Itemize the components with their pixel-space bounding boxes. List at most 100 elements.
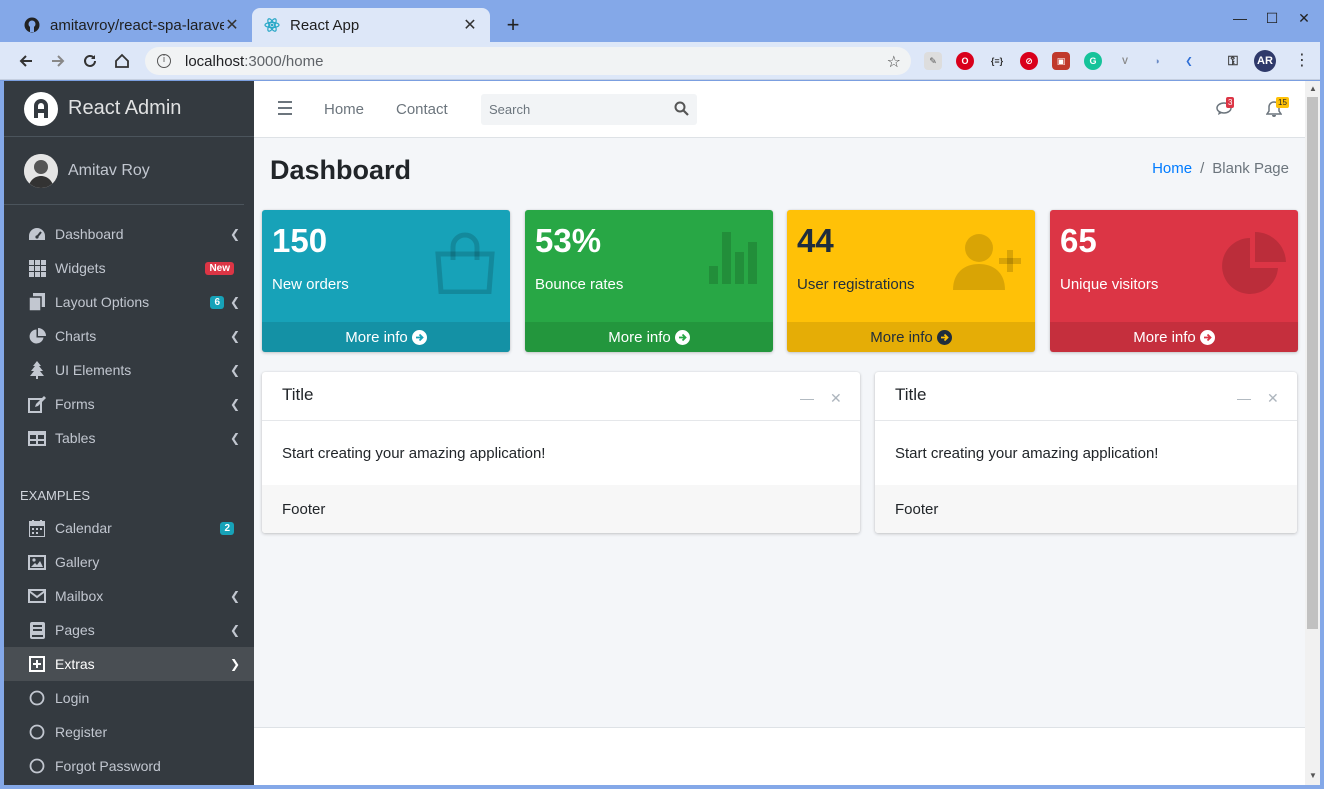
messages-button[interactable]: 3 [1216, 97, 1236, 122]
vue-devtools-icon[interactable]: V [1116, 52, 1134, 70]
new-tab-button[interactable]: + [500, 12, 526, 38]
count-badge: 2 [220, 521, 234, 535]
scroll-down-icon[interactable]: ▼ [1309, 771, 1317, 780]
stat-label: New orders [272, 276, 349, 293]
notifications-button[interactable]: 15 [1265, 97, 1289, 123]
user-plus-icon [953, 232, 1021, 295]
minimize-icon[interactable]: — [1230, 10, 1250, 26]
sidebar-item-charts[interactable]: Charts ❮ [4, 319, 254, 353]
nav-link-contact[interactable]: Contact [396, 101, 448, 118]
stat-label: User registrations [797, 276, 915, 293]
extension-icon[interactable]: ❮ [1180, 52, 1198, 70]
user-panel[interactable]: Amitav Roy [4, 137, 244, 205]
sidebar-item-label: Charts [55, 328, 97, 344]
arrow-circle-right-icon [674, 329, 690, 345]
more-info-link[interactable]: More info [1050, 322, 1298, 352]
close-icon[interactable]: ✕ [1267, 390, 1279, 407]
tachometer-icon [28, 225, 46, 243]
card-header: Title — ✕ [262, 372, 860, 421]
tab-title: React App [290, 16, 360, 34]
plus-square-icon [28, 655, 46, 673]
window-border [1320, 42, 1324, 789]
key-icon[interactable]: ⚿ [1224, 52, 1242, 70]
menu-toggle-icon[interactable] [278, 101, 292, 119]
sidebar-nav: Dashboard ❮ Widgets New Layout Options 6… [4, 205, 254, 783]
sidebar-item-label: Gallery [55, 554, 100, 570]
main-footer [254, 727, 1305, 785]
sidebar-item-tables[interactable]: Tables ❮ [4, 421, 254, 455]
scroll-up-icon[interactable]: ▲ [1309, 84, 1317, 93]
card-header: Title — ✕ [875, 372, 1297, 421]
nav-header-examples: EXAMPLES [20, 488, 91, 503]
extension-icon[interactable]: ◑ [1148, 52, 1166, 70]
json-extension-icon[interactable]: {≡} [988, 52, 1006, 70]
search-icon[interactable] [674, 101, 689, 119]
sidebar-item-label: Pages [55, 622, 95, 638]
stat-value: 150 [272, 222, 328, 259]
sidebar-item-mailbox[interactable]: Mailbox ❮ [4, 579, 254, 613]
info-icon[interactable]: i [157, 54, 171, 68]
block-extension-icon[interactable]: ⊘ [1020, 52, 1038, 70]
close-tab-icon[interactable]: ✕ [462, 15, 478, 35]
stat-box-user-registrations: 44 User registrations More info [787, 210, 1035, 352]
close-icon[interactable]: ✕ [830, 390, 842, 407]
more-info-link[interactable]: More info [525, 322, 773, 352]
extension-icon[interactable]: ✎ [924, 52, 942, 70]
more-info-link[interactable]: More info [262, 322, 510, 352]
address-bar[interactable]: i localhost:3000/home ☆ [145, 47, 911, 75]
sidebar-item-ui-elements[interactable]: UI Elements ❮ [4, 353, 254, 387]
search-input[interactable]: Search [481, 94, 697, 125]
chevron-left-icon: ❮ [230, 329, 241, 343]
reload-icon[interactable] [79, 50, 101, 72]
sidebar-item-forgot-password[interactable]: Forgot Password [4, 749, 254, 783]
circle-icon [28, 723, 46, 741]
sidebar-item-register[interactable]: Register [4, 715, 254, 749]
browser-tab-github[interactable]: amitavroy/react-spa-laravel ✕ [12, 8, 252, 42]
sidebar-item-label: Register [55, 724, 108, 740]
sidebar-item-layout-options[interactable]: Layout Options 6 ❮ [4, 285, 254, 319]
back-icon[interactable] [15, 50, 37, 72]
sidebar-item-pages[interactable]: Pages ❮ [4, 613, 254, 647]
grammarly-icon[interactable]: G [1084, 52, 1102, 70]
more-info-label: More info [1133, 328, 1196, 346]
close-tab-icon[interactable]: ✕ [224, 15, 240, 35]
minus-icon[interactable]: — [1237, 390, 1251, 406]
opera-extension-icon[interactable]: O [956, 52, 974, 70]
circle-icon [28, 689, 46, 707]
sidebar-item-extras[interactable]: Extras ❯ [4, 647, 254, 681]
chevron-left-icon: ❮ [230, 295, 241, 309]
sidebar-item-forms[interactable]: Forms ❮ [4, 387, 254, 421]
arrow-circle-right-icon [936, 329, 952, 345]
profile-avatar[interactable]: AR [1254, 50, 1276, 72]
arrow-circle-right-icon [1199, 329, 1215, 345]
browser-toolbar: i localhost:3000/home ☆ ✎ O {≡} ⊘ ▣ G V … [0, 42, 1324, 80]
sidebar-item-login[interactable]: Login [4, 681, 254, 715]
nav-link-home[interactable]: Home [324, 101, 364, 118]
sidebar-item-calendar[interactable]: Calendar 2 [4, 511, 254, 545]
maximize-icon[interactable]: ☐ [1262, 10, 1282, 27]
close-window-icon[interactable]: ✕ [1294, 10, 1314, 27]
breadcrumb-current: Blank Page [1212, 160, 1289, 177]
page-scrollbar[interactable]: ▲ ▼ [1305, 81, 1320, 785]
browser-menu-icon[interactable]: ⋮ [1294, 50, 1310, 70]
more-info-link[interactable]: More info [787, 322, 1035, 352]
forward-icon[interactable] [47, 50, 69, 72]
grid-icon [28, 259, 46, 277]
home-icon[interactable] [111, 50, 133, 72]
scroll-thumb[interactable] [1307, 97, 1318, 629]
sidebar-item-dashboard[interactable]: Dashboard ❮ [4, 217, 254, 251]
sidebar-item-gallery[interactable]: Gallery [4, 545, 254, 579]
breadcrumb-home-link[interactable]: Home [1152, 160, 1192, 177]
notifications-count-badge: 15 [1276, 97, 1289, 108]
calendar-icon [28, 519, 46, 537]
stat-value: 65 [1060, 222, 1097, 259]
bookmark-star-icon[interactable]: ☆ [887, 52, 901, 72]
browser-tab-react-app[interactable]: React App ✕ [252, 8, 490, 42]
brand-link[interactable]: React Admin [4, 81, 254, 137]
sidebar-item-widgets[interactable]: Widgets New [4, 251, 254, 285]
image-icon [28, 553, 46, 571]
sidebar-item-label: Layout Options [55, 294, 150, 310]
minus-icon[interactable]: — [800, 390, 814, 406]
arrow-circle-right-icon [411, 329, 427, 345]
extension-icon[interactable]: ▣ [1052, 52, 1070, 70]
